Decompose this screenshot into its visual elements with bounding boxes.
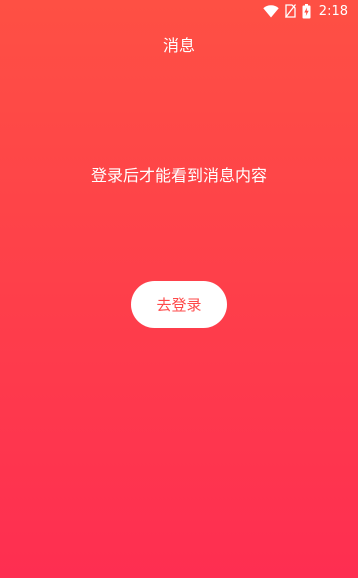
- battery-charging-icon: [302, 3, 311, 19]
- go-login-button-label: 去登录: [156, 296, 202, 314]
- status-icons: 2:18: [263, 2, 348, 20]
- no-sim-icon: [284, 4, 296, 18]
- title-bar: 消息: [0, 30, 358, 58]
- status-bar: 2:18: [0, 0, 358, 22]
- page-title: 消息: [162, 36, 195, 55]
- wifi-icon: [263, 4, 279, 18]
- login-prompt-text: 登录后才能看到消息内容: [90, 166, 267, 185]
- status-time: 2:18: [318, 3, 348, 19]
- go-login-button[interactable]: 去登录: [131, 281, 227, 328]
